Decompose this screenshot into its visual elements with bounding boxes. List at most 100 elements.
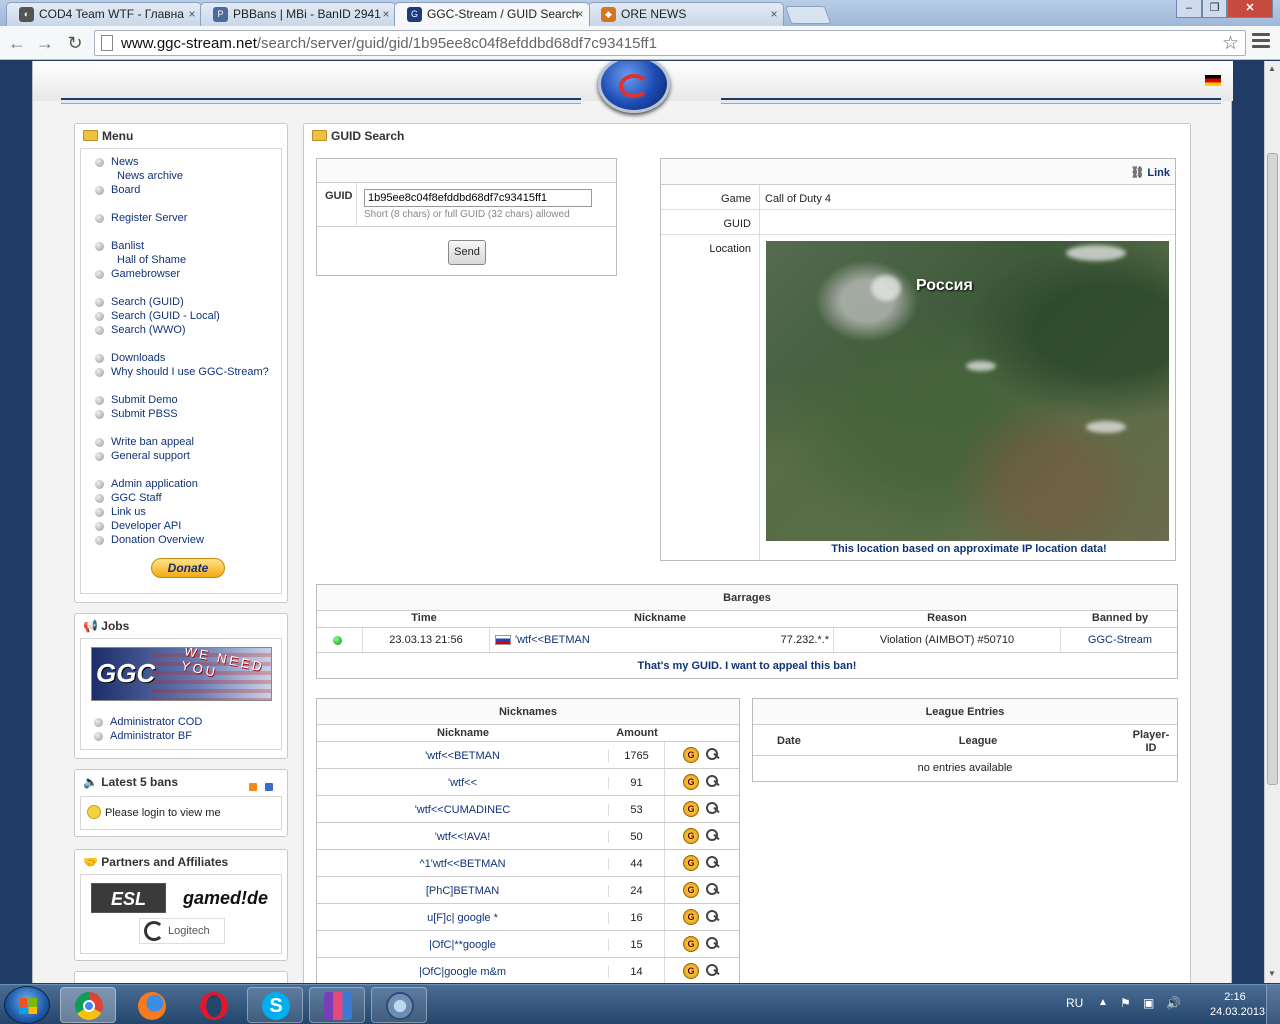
menu-link[interactable]: Submit PBSS <box>111 408 178 420</box>
menu-item[interactable]: Downloads <box>89 351 269 365</box>
send-button[interactable]: Send <box>448 240 486 265</box>
nickname-row[interactable]: 'wtf<<!AVA! 50 G <box>317 822 739 849</box>
close-icon[interactable]: × <box>379 7 393 21</box>
nickname-row[interactable]: 'wtf<< 91 G <box>317 768 739 795</box>
menu-link[interactable]: Search (GUID) <box>111 296 184 308</box>
scroll-down-icon[interactable]: ▼ <box>1268 969 1276 978</box>
close-icon[interactable]: × <box>767 7 781 21</box>
nickname-link[interactable]: ^1'wtf<<BETMAN <box>317 858 609 870</box>
google-search-icon[interactable] <box>705 747 721 763</box>
taskbar-firefox[interactable] <box>123 987 179 1023</box>
google-search-icon[interactable] <box>705 963 721 979</box>
menu-item[interactable]: Search (WWO) <box>89 323 269 337</box>
nickname-row[interactable]: 'wtf<<CUMADINEC 53 G <box>317 795 739 822</box>
ggc-search-icon[interactable]: G <box>683 855 699 871</box>
nickname-row[interactable]: ^1'wtf<<BETMAN 44 G <box>317 849 739 876</box>
menu-item[interactable]: Admin application <box>89 477 269 491</box>
menu-item[interactable]: Submit PBSS <box>89 407 269 421</box>
menu-link[interactable]: Search (GUID - Local) <box>111 310 220 322</box>
flag-icon[interactable]: ⚑ <box>1120 996 1131 1010</box>
menu-link[interactable]: Gamebrowser <box>111 268 180 280</box>
location-map[interactable]: Россия <box>766 241 1169 541</box>
barrage-nickname[interactable]: 'wtf<<BETMAN <box>515 634 590 646</box>
scroll-thumb[interactable] <box>1267 153 1278 785</box>
menu-item[interactable]: Board <box>89 183 269 197</box>
nickname-row[interactable]: u[F]c| google * 16 G <box>317 903 739 930</box>
address-bar[interactable]: www.ggc-stream.net/search/server/guid/gi… <box>94 30 1246 56</box>
minimize-button[interactable]: – <box>1176 0 1202 18</box>
google-search-icon[interactable] <box>705 828 721 844</box>
nickname-link[interactable]: 'wtf<< <box>317 777 609 789</box>
menu-link[interactable]: Hall of Shame <box>117 254 186 266</box>
guid-input[interactable] <box>364 189 592 207</box>
rss-icon[interactable] <box>249 783 257 791</box>
nickname-link[interactable]: 'wtf<<BETMAN <box>317 750 609 762</box>
menu-item[interactable]: General support <box>89 449 269 463</box>
menu-item[interactable]: Search (GUID - Local) <box>89 309 269 323</box>
taskbar-skype[interactable]: S <box>247 987 303 1023</box>
nickname-link[interactable]: 'wtf<<!AVA! <box>317 831 609 843</box>
donate-button[interactable]: Donate <box>151 558 225 578</box>
nickname-row[interactable]: |OfC|google m&m 14 G <box>317 957 739 983</box>
nickname-link[interactable]: |OfC|**google <box>317 939 609 951</box>
reload-icon[interactable]: ↻ <box>64 32 86 54</box>
google-search-icon[interactable] <box>705 855 721 871</box>
close-window-button[interactable]: ✕ <box>1227 0 1273 18</box>
menu-link[interactable]: Donation Overview <box>111 534 204 546</box>
menu-item[interactable]: Developer API <box>89 519 269 533</box>
job-link[interactable]: Administrator COD <box>110 716 202 728</box>
back-icon[interactable]: ← <box>6 32 28 54</box>
nickname-link[interactable]: u[F]c| google * <box>317 912 609 924</box>
menu-item[interactable]: Register Server <box>89 211 269 225</box>
job-link[interactable]: Administrator BF <box>110 730 192 742</box>
barrage-banned-by[interactable]: GGC-Stream <box>1061 634 1179 646</box>
jobs-banner[interactable]: GGC WE NEED YOU <box>91 647 272 701</box>
menu-link[interactable]: Link us <box>111 506 146 518</box>
show-hidden-icons-icon[interactable]: ▲ <box>1098 997 1108 1008</box>
menu-link[interactable]: GGC Staff <box>111 492 162 504</box>
menu-link[interactable]: Search (WWO) <box>111 324 186 336</box>
taskbar-teamspeak[interactable] <box>371 987 427 1023</box>
nickname-link[interactable]: |OfC|google m&m <box>317 966 609 978</box>
link-button[interactable]: ⛓ Link <box>1130 166 1170 179</box>
menu-item[interactable]: Hall of Shame <box>89 253 269 267</box>
menu-item[interactable]: Submit Demo <box>89 393 269 407</box>
tab-ore[interactable]: ◆ ORE NEWS × <box>588 2 784 26</box>
german-flag-icon[interactable] <box>1205 75 1221 86</box>
language-indicator[interactable]: RU <box>1066 996 1083 1010</box>
close-icon[interactable]: × <box>185 7 199 21</box>
menu-item[interactable]: Banlist <box>89 239 269 253</box>
nickname-row[interactable]: [PhC]BETMAN 24 G <box>317 876 739 903</box>
volume-icon[interactable]: 🔊 <box>1166 996 1181 1010</box>
nickname-link[interactable]: 'wtf<<CUMADINEC <box>317 804 609 816</box>
forward-icon[interactable]: → <box>34 32 56 54</box>
menu-link[interactable]: Banlist <box>111 240 144 252</box>
job-item[interactable]: Administrator BF <box>88 729 202 743</box>
menu-link[interactable]: Board <box>111 184 140 196</box>
ggc-search-icon[interactable]: G <box>683 882 699 898</box>
menu-item[interactable]: Search (GUID) <box>89 295 269 309</box>
tab-pbbans[interactable]: P PBBans | MBi - BanID 2941 × <box>200 2 396 26</box>
nickname-row[interactable]: 'wtf<<BETMAN 1765 G <box>317 741 739 768</box>
google-search-icon[interactable] <box>705 882 721 898</box>
menu-link[interactable]: Write ban appeal <box>111 436 194 448</box>
start-button[interactable] <box>4 986 50 1024</box>
ggc-logo[interactable] <box>598 61 670 113</box>
taskbar-chrome[interactable] <box>60 987 116 1023</box>
appeal-link[interactable]: That's my GUID. I want to appeal this ba… <box>317 660 1177 672</box>
barrage-row[interactable]: 23.03.13 21:56 'wtf<<BETMAN 77.232.*.* V… <box>317 627 1177 653</box>
clock[interactable]: 2:16 24.03.2013 <box>1210 990 1265 1020</box>
menu-link[interactable]: Developer API <box>111 520 181 532</box>
menu-item[interactable]: Why should I use GGC-Stream? <box>89 365 269 379</box>
menu-item[interactable]: News archive <box>89 169 269 183</box>
new-tab-button[interactable] <box>784 6 832 24</box>
taskbar-winrar[interactable] <box>309 987 365 1023</box>
menu-item[interactable]: News <box>89 155 269 169</box>
menu-link[interactable]: Admin application <box>111 478 198 490</box>
ggc-search-icon[interactable]: G <box>683 801 699 817</box>
gamed-logo[interactable]: gamed!de <box>183 888 268 909</box>
restore-button[interactable]: ❐ <box>1202 0 1227 18</box>
page-scrollbar[interactable]: ▲ ▼ <box>1264 61 1280 983</box>
ggc-search-icon[interactable]: G <box>683 774 699 790</box>
nickname-link[interactable]: [PhC]BETMAN <box>317 885 609 897</box>
